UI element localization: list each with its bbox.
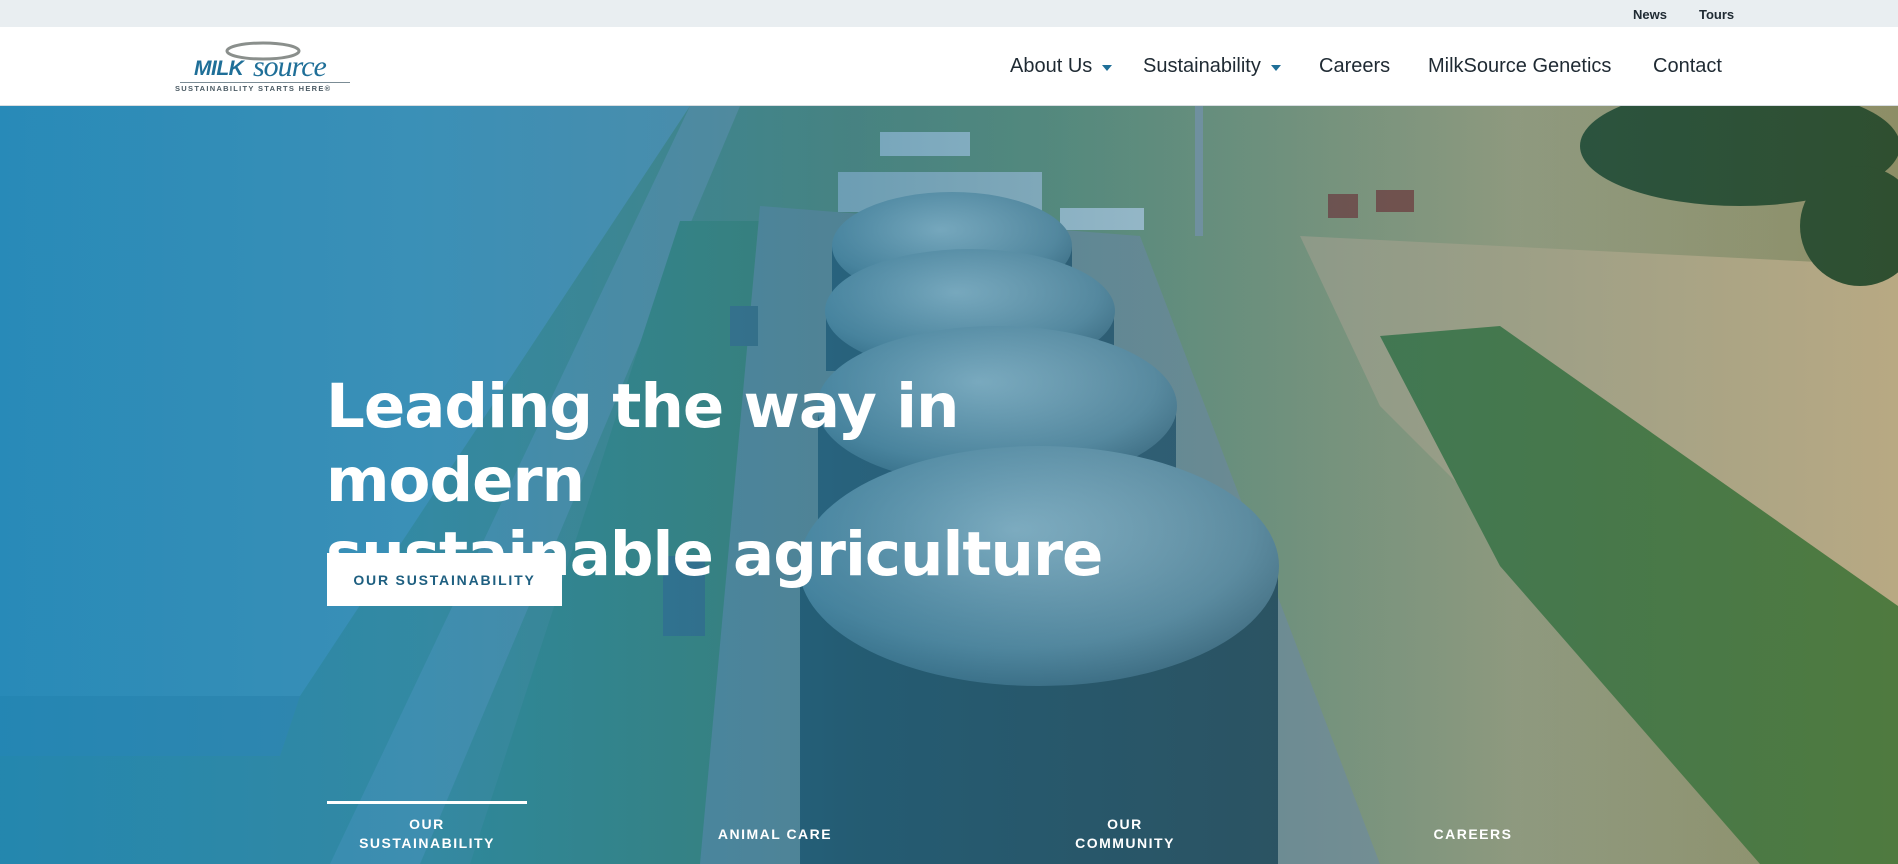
chevron-down-icon <box>1270 64 1281 71</box>
logo-brand-script: source <box>253 50 327 83</box>
nav-contact-label: Contact <box>1653 54 1722 77</box>
logo-tagline: SUSTAINABILITY STARTS HERE® <box>175 84 332 93</box>
tab-our-sustainability[interactable]: OUR SUSTAINABILITY <box>327 800 527 864</box>
logo-brand-bold: MILK <box>194 57 244 80</box>
our-sustainability-button[interactable]: OUR SUSTAINABILITY <box>327 553 562 606</box>
tab-label: ANIMAL CARE <box>717 825 833 842</box>
tours-link[interactable]: Tours <box>1699 7 1734 22</box>
nav-sustainability[interactable]: Sustainability <box>1143 27 1281 105</box>
nav-milksource-genetics[interactable]: MilkSource Genetics <box>1428 27 1611 105</box>
tab-careers[interactable]: CAREERS <box>1373 800 1573 864</box>
tab-label: OUR SUSTAINABILITY <box>359 816 495 851</box>
site-header: MILK source SUSTAINABILITY STARTS HERE® … <box>0 27 1898 106</box>
tab-our-community[interactable]: OUR COMMUNITY <box>1025 800 1225 864</box>
utility-bar: News Tours <box>0 0 1898 27</box>
nav-sustainability-label: Sustainability <box>1143 54 1261 77</box>
milksource-logo[interactable]: MILK source SUSTAINABILITY STARTS HERE® <box>175 39 355 95</box>
chevron-down-icon <box>1102 64 1113 71</box>
nav-about-us-label: About Us <box>1010 54 1093 77</box>
hero-section: Leading the way in modern sustainable ag… <box>0 106 1898 864</box>
nav-contact[interactable]: Contact <box>1653 27 1722 105</box>
nav-genetics-label: MilkSource Genetics <box>1428 54 1612 77</box>
logo-rule <box>180 82 350 83</box>
hero-tabs: OUR SUSTAINABILITY ANIMAL CARE OUR COMMU… <box>0 800 1898 864</box>
hero-title-line-1: Leading the way in modern <box>326 371 959 516</box>
nav-careers-label: Careers <box>1319 54 1391 77</box>
tab-label: CAREERS <box>1433 825 1513 842</box>
news-link[interactable]: News <box>1633 7 1667 22</box>
nav-careers[interactable]: Careers <box>1319 27 1390 105</box>
nav-about-us[interactable]: About Us <box>1010 27 1113 105</box>
tab-animal-care[interactable]: ANIMAL CARE <box>675 800 875 864</box>
tab-label: OUR COMMUNITY <box>1075 816 1175 851</box>
